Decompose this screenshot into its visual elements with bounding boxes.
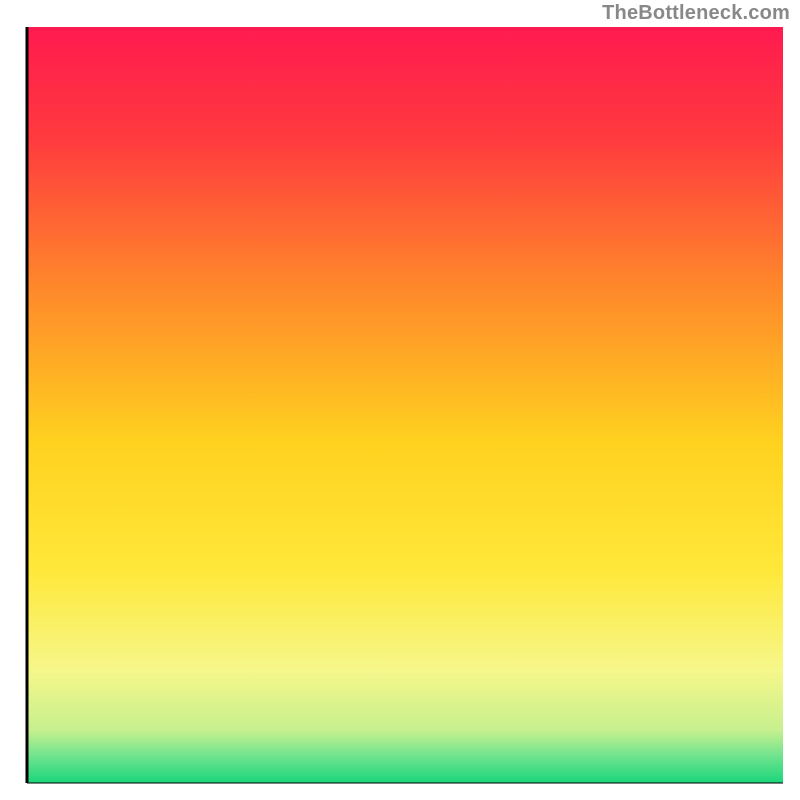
watermark-label: TheBottleneck.com bbox=[602, 2, 790, 25]
chart-container: TheBottleneck.com bbox=[0, 0, 800, 800]
bottleneck-chart bbox=[0, 0, 800, 800]
plot-background bbox=[27, 27, 783, 783]
